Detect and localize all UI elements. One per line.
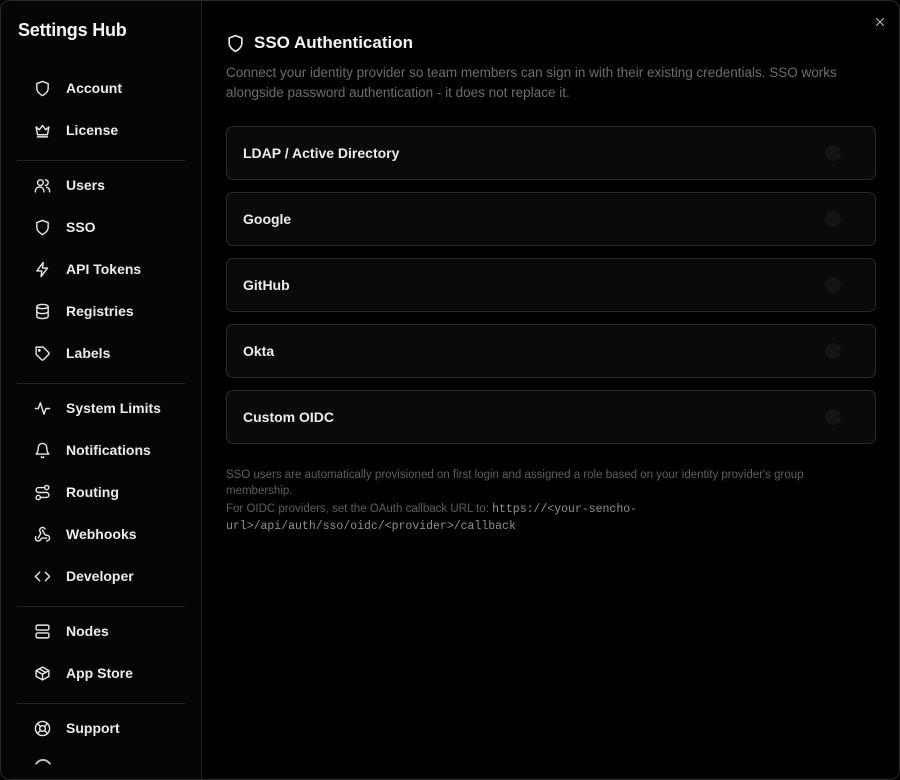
provider-name: Google (243, 211, 292, 227)
database-icon (33, 302, 51, 320)
sidebar-item-label: Labels (66, 345, 111, 361)
sidebar-item-system-limits[interactable]: System Limits (17, 391, 185, 425)
sidebar-divider (17, 160, 185, 161)
sidebar-item-label: API Tokens (66, 261, 142, 277)
sidebar-item-users[interactable]: Users (17, 168, 185, 202)
provider-card-ldap[interactable]: LDAP / Active Directory (226, 126, 876, 180)
sidebar-item-registries[interactable]: Registries (17, 294, 185, 328)
code-icon (33, 567, 51, 585)
sidebar-item-label: License (66, 122, 119, 138)
webhook-icon (33, 525, 51, 543)
sidebar-item-labels[interactable]: Labels (17, 336, 185, 370)
provider-card-google[interactable]: Google (226, 192, 876, 246)
footnote-callback: For OIDC providers, set the OAuth callba… (226, 501, 866, 535)
sidebar-item-label: Webhooks (66, 526, 137, 542)
users-icon (33, 176, 51, 194)
sidebar-item-label: SSO (66, 219, 96, 235)
sidebar-item-webhooks[interactable]: Webhooks (17, 517, 185, 551)
tag-icon (33, 344, 51, 362)
sidebar-item-label: Registries (66, 303, 134, 319)
sidebar-item-app-store[interactable]: App Store (17, 656, 185, 690)
sidebar: Settings Hub Account License Users SSO A… (1, 1, 202, 779)
sidebar-item-label: Routing (66, 484, 119, 500)
sidebar-item-label: Support (66, 720, 120, 736)
shield-icon (33, 79, 51, 97)
sidebar-title: Settings Hub (18, 20, 127, 40)
provider-toggle[interactable] (825, 211, 841, 227)
close-icon (875, 17, 885, 27)
close-button[interactable] (871, 13, 889, 31)
sidebar-divider (17, 606, 185, 607)
sidebar-item-routing[interactable]: Routing (17, 475, 185, 509)
page-title: SSO Authentication (254, 33, 413, 52)
sidebar-divider (17, 703, 185, 704)
provider-name: GitHub (243, 277, 290, 293)
sidebar-item-label: Users (66, 177, 105, 193)
sidebar-item-support[interactable]: Support (17, 711, 185, 745)
bolt-icon (33, 260, 51, 278)
sidebar-item-sso[interactable]: SSO (17, 210, 185, 244)
sidebar-item-label: Account (66, 80, 122, 96)
settings-window: Settings Hub Account License Users SSO A… (0, 0, 900, 780)
sidebar-item-label: Notifications (66, 442, 151, 458)
sidebar-item-nodes[interactable]: Nodes (17, 614, 185, 648)
provider-toggle[interactable] (825, 145, 841, 161)
sidebar-item-account[interactable]: Account (17, 71, 185, 105)
provider-card-github[interactable]: GitHub (226, 258, 876, 312)
page-header: SSO Authentication (226, 33, 413, 53)
provider-name: LDAP / Active Directory (243, 145, 400, 161)
provider-toggle[interactable] (825, 277, 841, 293)
main-panel: SSO Authentication Connect your identity… (202, 1, 899, 779)
provider-name: Custom OIDC (243, 409, 334, 425)
crown-icon (33, 121, 51, 139)
footnote: SSO users are automatically provisioned … (226, 467, 866, 535)
page-description: Connect your identity provider so team m… (226, 65, 837, 100)
footnote-provisioning: SSO users are automatically provisioned … (226, 469, 804, 497)
provider-card-custom-oidc[interactable]: Custom OIDC (226, 390, 876, 444)
bell-icon (33, 441, 51, 459)
shield-icon (33, 218, 51, 236)
provider-toggle[interactable] (825, 343, 841, 359)
provider-name: Okta (243, 343, 275, 359)
sidebar-item-label: System Limits (66, 400, 161, 416)
sidebar-item-label: Nodes (66, 623, 109, 639)
sidebar-item-api-tokens[interactable]: API Tokens (17, 252, 185, 286)
activity-icon (33, 399, 51, 417)
sidebar-item-label: Developer (66, 568, 134, 584)
sidebar-divider (17, 383, 185, 384)
lifebuoy-icon (33, 719, 51, 737)
provider-toggle[interactable] (825, 409, 841, 425)
package-icon (33, 664, 51, 682)
sidebar-item-developer[interactable]: Developer (17, 559, 185, 593)
shield-icon (226, 33, 246, 53)
sidebar-item-notifications[interactable]: Notifications (17, 433, 185, 467)
footnote-callback-label: For OIDC providers, set the OAuth callba… (226, 503, 493, 515)
route-icon (33, 483, 51, 501)
server-icon (33, 622, 51, 640)
sidebar-item-label: App Store (66, 665, 133, 681)
provider-card-okta[interactable]: Okta (226, 324, 876, 378)
partial-icon (34, 759, 52, 765)
sidebar-item-license[interactable]: License (17, 113, 185, 147)
